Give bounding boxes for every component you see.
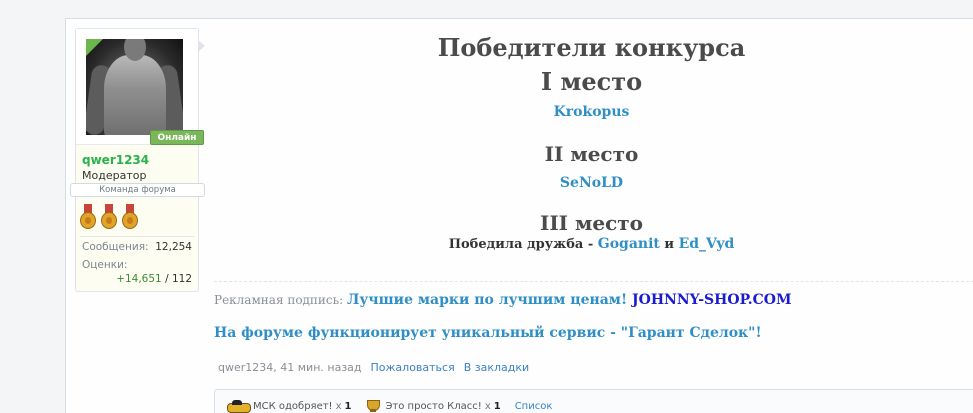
messages-value[interactable]: 12,254 xyxy=(155,241,192,253)
signature-line: Рекламная подпись: Лучшие марки по лучши… xyxy=(214,289,792,308)
like-multiplier: x xyxy=(335,400,342,412)
winner2-link[interactable]: SeNoLD xyxy=(560,175,623,191)
stats-divider xyxy=(80,236,194,237)
username-link[interactable]: qwer1234 xyxy=(82,153,149,167)
winner3a-link[interactable]: Goganit xyxy=(598,236,660,252)
online-ribbon-icon xyxy=(86,39,103,56)
medal-icon[interactable] xyxy=(100,204,118,230)
post-author-time[interactable]: qwer1234, 41 мин. назад xyxy=(218,361,362,374)
third-place-title: III место xyxy=(539,211,644,235)
team-badge: Команда форума xyxy=(70,183,205,197)
likes-row: МСК одобряет! x 1 Это просто Класс! x 1 … xyxy=(227,400,553,413)
likes-summary: МСК одобряет! x 1 Это просто Класс! x 1 … xyxy=(214,389,973,413)
signature-shop-link[interactable]: JOHNNY-SHOP.COM xyxy=(627,292,792,308)
likes-list-link[interactable]: Список xyxy=(515,401,553,412)
user-title: Модератор xyxy=(82,169,147,182)
and-text: и xyxy=(659,237,679,252)
winner3b-link[interactable]: Ed_Vyd xyxy=(679,236,735,252)
bookmark-link[interactable]: В закладки xyxy=(464,361,529,374)
online-badge: Онлайн xyxy=(150,130,204,145)
medals xyxy=(79,204,139,230)
signature-ad-link[interactable]: Лучшие марки по лучшим ценам! xyxy=(347,292,627,308)
like-label[interactable]: МСК одобряет! xyxy=(253,401,333,412)
report-link[interactable]: Пожаловаться xyxy=(371,361,455,374)
like-count: 1 xyxy=(344,400,352,412)
post-meta: qwer1234, 41 мин. назад Пожаловаться В зак… xyxy=(218,361,529,374)
ratings-separator: / xyxy=(161,273,172,285)
winner1-link[interactable]: Krokopus xyxy=(554,104,630,120)
third-place-text: Победила дружба - xyxy=(448,237,598,252)
first-place-title: I место xyxy=(540,67,643,96)
medal-icon[interactable] xyxy=(79,204,97,230)
ratings-total: 112 xyxy=(171,273,192,285)
cup-icon xyxy=(365,400,381,412)
panel-arrow xyxy=(199,41,207,51)
ratings-label: Оценки: xyxy=(82,259,128,271)
signature-guarantee-link[interactable]: На форуме функционирует уникальный серви… xyxy=(214,325,762,341)
like-count: 1 xyxy=(493,400,501,412)
ratings-positive: +14,651 xyxy=(116,273,162,285)
ratings-value[interactable]: +14,651 / 112 xyxy=(116,273,192,285)
avatar[interactable] xyxy=(86,39,183,135)
like-multiplier: x xyxy=(484,400,491,412)
medal-icon[interactable] xyxy=(121,204,139,230)
like-label[interactable]: Это просто Класс! xyxy=(385,401,481,412)
post-container: Онлайн qwer1234 Модератор Команда форума… xyxy=(65,18,973,413)
user-info-panel: Онлайн qwer1234 Модератор Команда форума… xyxy=(70,28,205,292)
avatar-container xyxy=(76,29,198,145)
signature-label: Рекламная подпись: xyxy=(214,293,348,307)
second-place-title: II место xyxy=(544,142,639,166)
message-heading: Победители конкурса xyxy=(437,33,746,62)
third-place-line: Победила дружба - Goganit и Ed_Vyd xyxy=(214,236,969,252)
messages-label: Сообщения: xyxy=(82,241,149,253)
signature-divider xyxy=(214,281,973,282)
car-icon xyxy=(227,400,251,413)
